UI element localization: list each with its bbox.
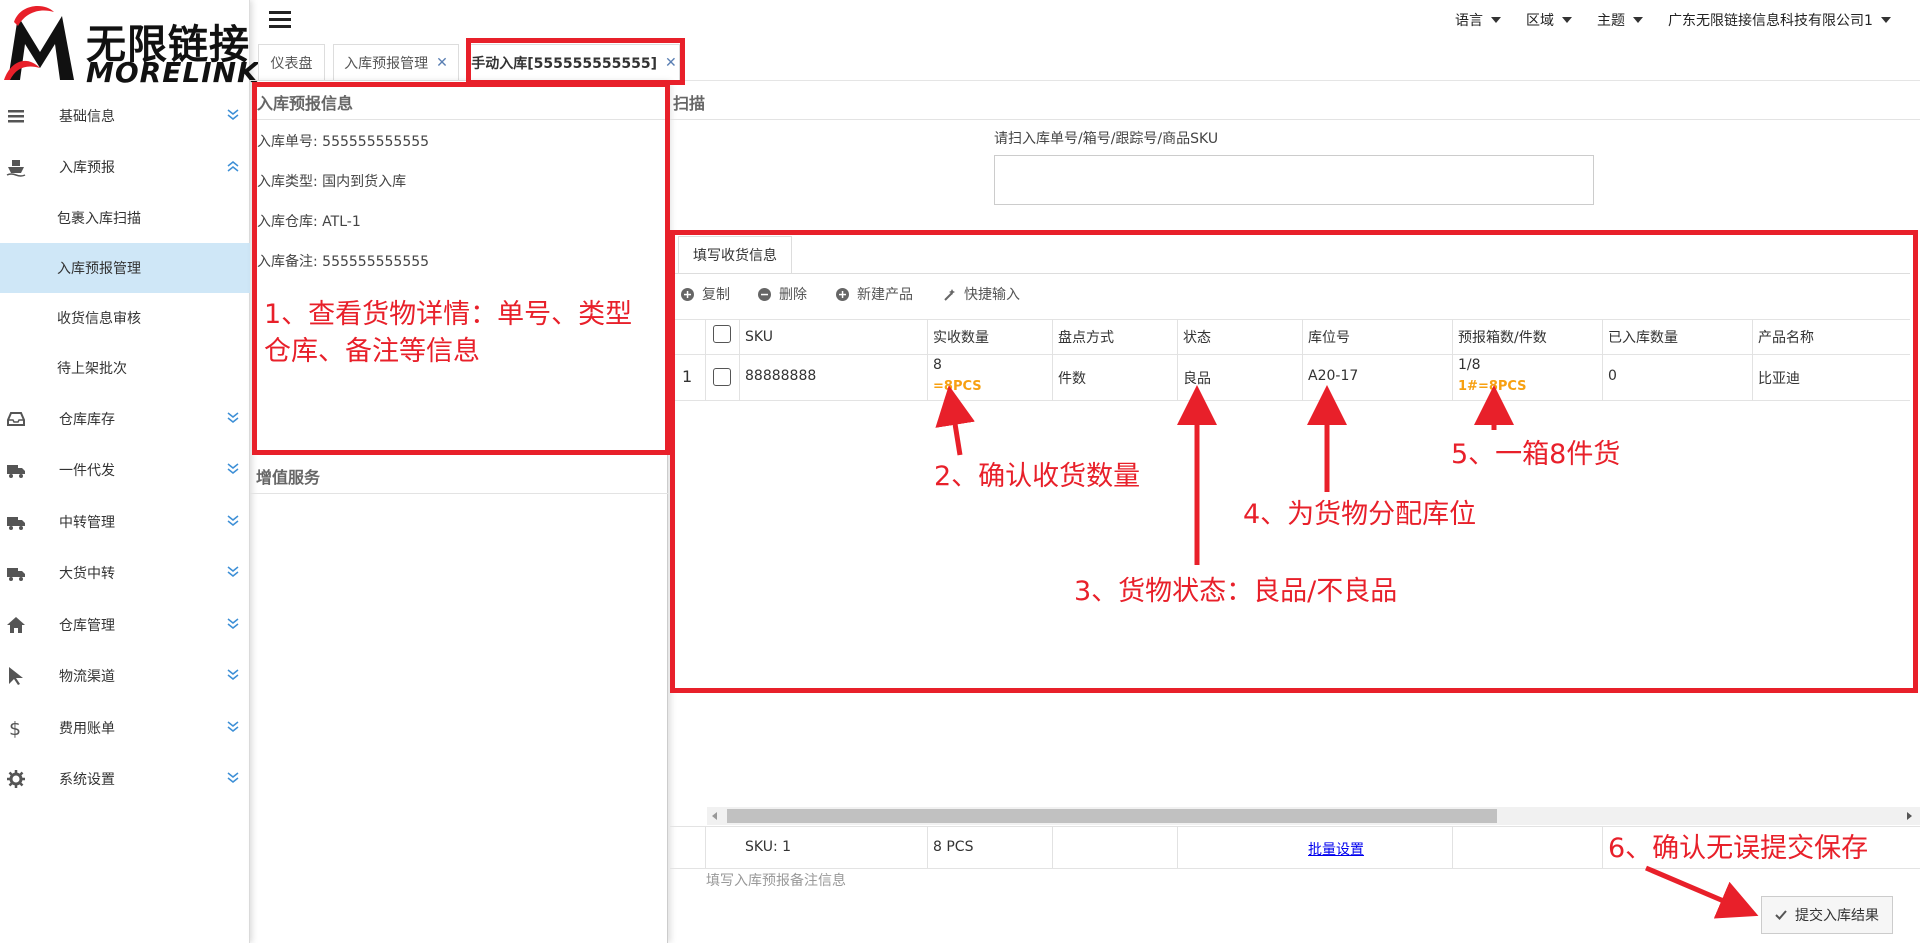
annotation-arrows	[935, 385, 1759, 919]
arrow-step-6	[1645, 865, 1759, 919]
arrow-step-2	[935, 385, 975, 456]
